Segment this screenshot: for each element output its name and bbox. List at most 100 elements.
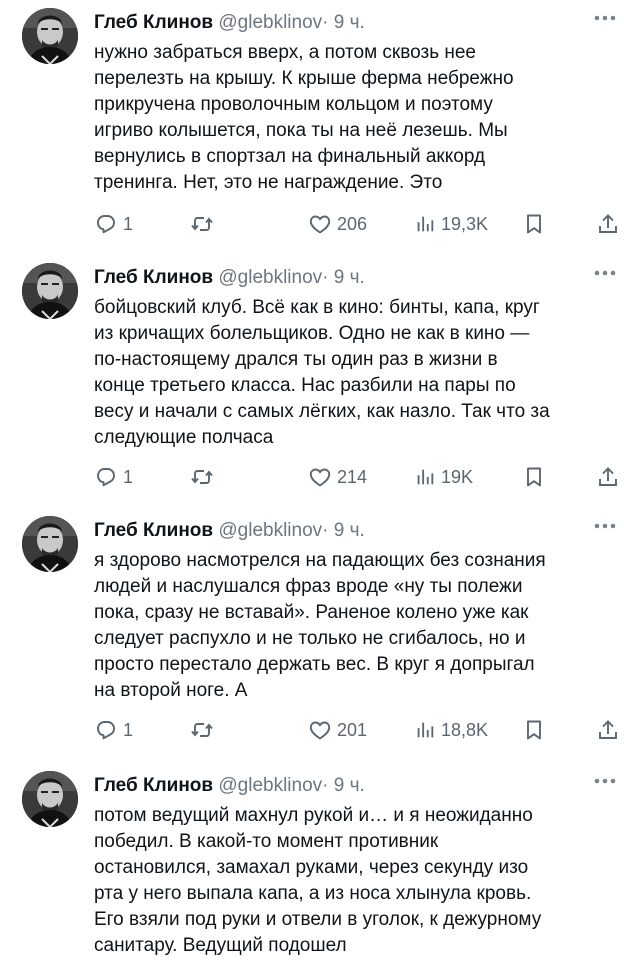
tweet-text-line: нужно забраться вверх, а потом сквозь не…: [94, 42, 476, 63]
tweet-text-line: остановился, замахал руками, через секун…: [94, 857, 529, 878]
retweet-icon: [190, 465, 214, 489]
author-handle[interactable]: @glebklinov: [218, 775, 322, 796]
tweet[interactable]: Глеб Клинов @glebklinov· 9 ч. нужно забр…: [0, 0, 640, 250]
tweet-text-line: просто перестало держать вес. В круг я д…: [94, 654, 535, 675]
views-button[interactable]: 19,3K: [414, 210, 488, 238]
tweet-text-line: победил. В какой-то момент противник: [94, 831, 439, 852]
view-count: 18,8K: [441, 719, 489, 740]
tweet-text-line: игриво колышется, пока ты на неё лезешь.…: [94, 120, 508, 141]
action-bar: 1 201 18,8K: [0, 716, 640, 744]
retweet-icon: [190, 212, 214, 236]
views-icon: [414, 213, 436, 235]
more-options-icon[interactable]: [590, 771, 620, 791]
tweet-text-line: тренинга. Нет, это не награждение. Это: [94, 172, 443, 193]
reply-icon: [94, 465, 118, 489]
separator-dot: ·: [322, 12, 329, 33]
views-icon: [414, 466, 436, 488]
like-button[interactable]: 201: [308, 716, 367, 744]
reply-count: 1: [123, 719, 134, 740]
tweet-text-line: конце третьего класса. Нас разбили на па…: [94, 375, 516, 396]
tweet-text: бойцовский клуб. Всё как в кино: бинты, …: [94, 295, 614, 451]
tweet-text-line: перелезть на крышу. К крыше ферма небреж…: [94, 68, 514, 89]
tweet-header: Глеб Клинов @glebklinov· 9 ч.: [94, 518, 365, 544]
share-button[interactable]: [596, 463, 620, 491]
author-name[interactable]: Глеб Клинов: [94, 12, 213, 33]
tweet-text-line: я здорово насмотрелся на падающих без со…: [94, 550, 546, 571]
tweet-text-line: следует распухло и не только не сгибалос…: [94, 628, 526, 649]
avatar[interactable]: [22, 516, 78, 572]
author-name[interactable]: Глеб Клинов: [94, 267, 213, 288]
timestamp[interactable]: 9 ч.: [334, 775, 365, 796]
action-bar: 1 214 19K: [0, 463, 640, 491]
bookmark-button[interactable]: [522, 210, 546, 238]
reply-icon: [94, 212, 118, 236]
tweet[interactable]: Глеб Клинов @glebklinov· 9 ч. бойцовский…: [0, 255, 640, 505]
avatar[interactable]: [22, 8, 78, 64]
separator-dot: ·: [322, 775, 329, 796]
views-button[interactable]: 19K: [414, 463, 473, 491]
author-name[interactable]: Глеб Клинов: [94, 520, 213, 541]
tweet-text-line: потом ведущий махнул рукой и… и я неожид…: [94, 805, 533, 826]
bookmark-button[interactable]: [522, 716, 546, 744]
views-button[interactable]: 18,8K: [414, 716, 488, 744]
more-options-icon[interactable]: [590, 8, 620, 28]
retweet-button[interactable]: [190, 210, 214, 238]
avatar[interactable]: [22, 263, 78, 319]
more-options-icon[interactable]: [590, 263, 620, 283]
bookmark-button[interactable]: [522, 463, 546, 491]
share-icon: [596, 465, 620, 489]
view-count: 19K: [441, 466, 474, 487]
tweet-text: я здорово насмотрелся на падающих без со…: [94, 548, 614, 704]
share-button[interactable]: [596, 716, 620, 744]
reply-button[interactable]: 1: [94, 463, 133, 491]
retweet-icon: [190, 718, 214, 742]
bookmark-icon: [522, 465, 546, 489]
like-button[interactable]: 214: [308, 463, 367, 491]
separator-dot: ·: [322, 520, 329, 541]
tweet-header: Глеб Клинов @glebklinov· 9 ч.: [94, 773, 365, 799]
heart-icon: [308, 212, 332, 236]
share-icon: [596, 718, 620, 742]
retweet-button[interactable]: [190, 716, 214, 744]
like-button[interactable]: 206: [308, 210, 367, 238]
tweet-text-line: рта у него выпала капа, а из носа хлынул…: [94, 883, 532, 904]
tweet-text-line: людей и наслушался фраз вроде «ну ты пол…: [94, 576, 523, 597]
tweet-text-line: по-настоящему дрался ты один раз в жизни…: [94, 349, 498, 370]
author-name[interactable]: Глеб Клинов: [94, 775, 213, 796]
tweet-text-line: санитару. Ведущий подошел: [94, 935, 347, 956]
timestamp[interactable]: 9 ч.: [334, 267, 365, 288]
reply-count: 1: [123, 466, 134, 487]
retweet-button[interactable]: [190, 463, 214, 491]
like-count: 214: [337, 466, 368, 487]
tweet-text-line: пока, сразу не вставай». Раненое колено …: [94, 602, 529, 623]
like-count: 206: [337, 213, 368, 234]
tweet-text-line: прикручена проволочным кольцом и поэтому: [94, 94, 493, 115]
bookmark-icon: [522, 718, 546, 742]
tweet-text: нужно забраться вверх, а потом сквозь не…: [94, 40, 614, 196]
tweet-text-line: Его взяли под руки и отвели в уголок, к …: [94, 909, 542, 930]
more-options-icon[interactable]: [590, 516, 620, 536]
share-icon: [596, 212, 620, 236]
action-bar: 1 206 19,3K: [0, 210, 640, 238]
reply-count: 1: [123, 213, 134, 234]
tweet-header: Глеб Клинов @glebklinov· 9 ч.: [94, 265, 365, 291]
author-handle[interactable]: @glebklinov: [218, 12, 322, 33]
bookmark-icon: [522, 212, 546, 236]
avatar[interactable]: [22, 771, 78, 827]
author-handle[interactable]: @glebklinov: [218, 520, 322, 541]
separator-dot: ·: [322, 267, 329, 288]
share-button[interactable]: [596, 210, 620, 238]
heart-icon: [308, 465, 332, 489]
heart-icon: [308, 718, 332, 742]
reply-button[interactable]: 1: [94, 716, 133, 744]
author-handle[interactable]: @glebklinov: [218, 267, 322, 288]
timestamp[interactable]: 9 ч.: [334, 520, 365, 541]
tweet-text-line: следующие полчаса: [94, 427, 274, 448]
views-icon: [414, 719, 436, 741]
like-count: 201: [337, 719, 368, 740]
tweet[interactable]: Глеб Клинов @glebklinov· 9 ч. я здорово …: [0, 508, 640, 758]
tweet[interactable]: Глеб Клинов @glebklinov· 9 ч. потом веду…: [0, 763, 640, 973]
reply-button[interactable]: 1: [94, 210, 133, 238]
timestamp[interactable]: 9 ч.: [334, 12, 365, 33]
reply-icon: [94, 718, 118, 742]
